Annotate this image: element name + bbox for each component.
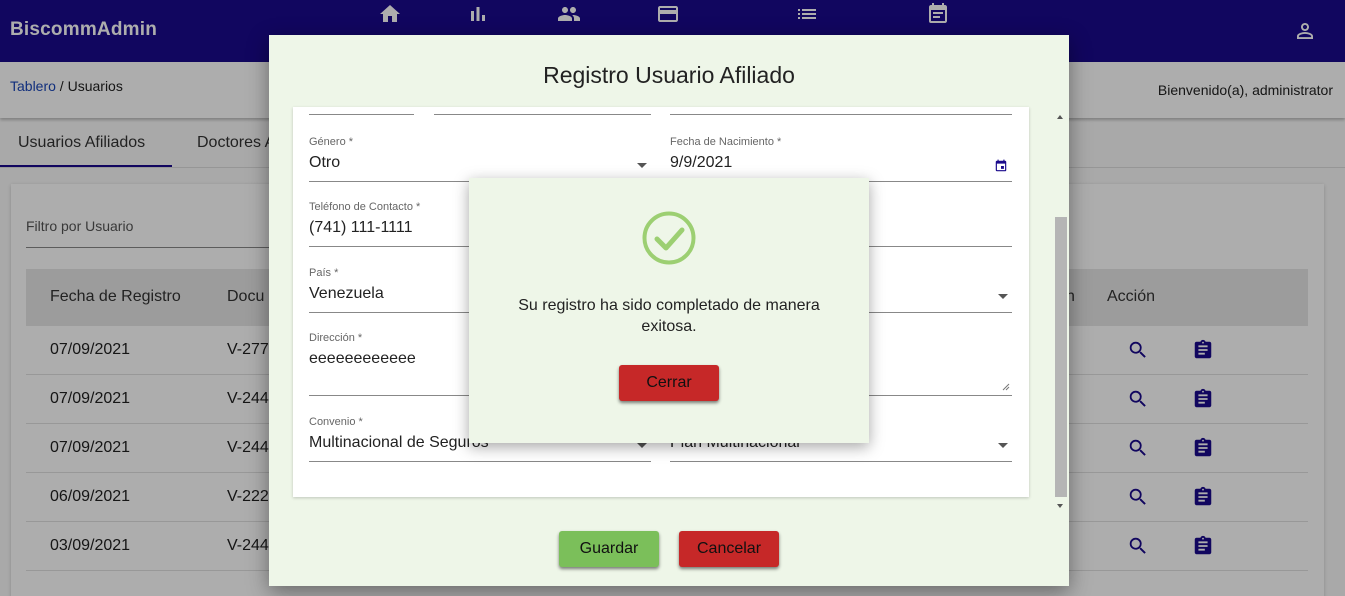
gender-label: Género * xyxy=(309,136,354,148)
scroll-up-arrow[interactable] xyxy=(1057,115,1063,119)
scroll-down-arrow[interactable] xyxy=(1057,504,1063,508)
close-button[interactable]: Cerrar xyxy=(619,365,719,401)
success-popup: Su registro ha sido completado de manera… xyxy=(469,178,869,443)
calendar-picker-icon[interactable] xyxy=(994,159,1008,173)
gender-value: Otro xyxy=(309,154,341,171)
chevron-down-icon xyxy=(637,443,647,448)
chevron-down-icon xyxy=(637,163,647,168)
previous-field-3[interactable] xyxy=(670,107,1012,115)
gender-select[interactable]: Género * Otro xyxy=(309,136,651,182)
success-check-icon xyxy=(642,211,696,265)
previous-field-1[interactable] xyxy=(309,107,414,115)
scrollbar-thumb[interactable] xyxy=(1055,217,1067,497)
chevron-down-icon xyxy=(998,443,1008,448)
birthdate-field[interactable]: Fecha de Nacimiento * 9/9/2021 xyxy=(670,136,1012,182)
resize-handle-icon[interactable] xyxy=(1002,383,1010,391)
save-button[interactable]: Guardar xyxy=(559,531,659,567)
birthdate-label: Fecha de Nacimiento * xyxy=(670,136,782,148)
chevron-down-icon xyxy=(998,294,1008,299)
dialog-title: Registro Usuario Afiliado xyxy=(543,62,795,88)
previous-field-2[interactable] xyxy=(434,107,651,115)
success-message: Su registro ha sido completado de manera… xyxy=(518,297,820,335)
cancel-button[interactable]: Cancelar xyxy=(679,531,779,567)
birthdate-value: 9/9/2021 xyxy=(670,154,733,171)
